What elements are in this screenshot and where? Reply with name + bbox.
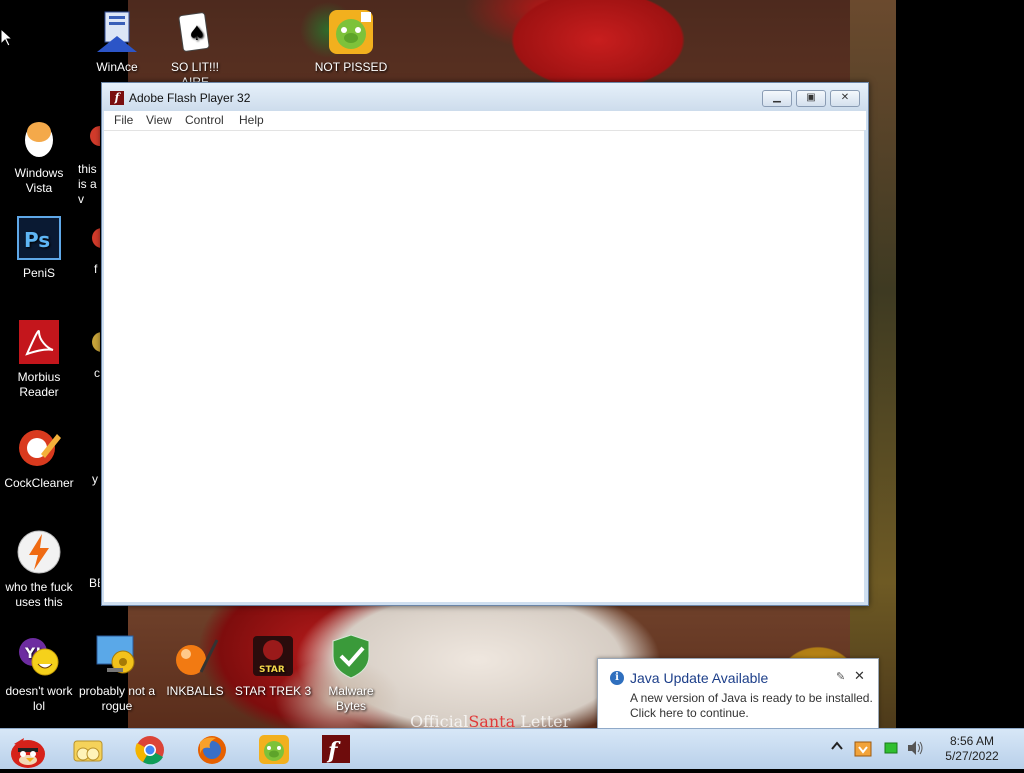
desktop-icon-malware-bytes[interactable]: Malware Bytes bbox=[312, 632, 390, 714]
flash-player-window[interactable]: f Adobe Flash Player 32 ▁ ▣ ✕ File View … bbox=[101, 82, 869, 606]
desktop-icon-solitaire[interactable]: ♠ SO LIT!!! AIRE bbox=[156, 8, 234, 90]
winace-icon bbox=[93, 8, 141, 56]
taskbar-clock[interactable]: 8:56 AM 5/27/2022 bbox=[936, 734, 1008, 764]
desktop-icon-penis[interactable]: Ps PeniS bbox=[0, 214, 78, 281]
partial-icon bbox=[78, 424, 100, 472]
volume-icon[interactable] bbox=[906, 740, 924, 759]
shield-check-icon bbox=[327, 632, 375, 680]
clock-date: 5/27/2022 bbox=[945, 749, 999, 763]
flash-icon: f bbox=[110, 91, 124, 105]
pin-icon[interactable]: ✎ bbox=[836, 670, 845, 683]
chrome-icon bbox=[135, 736, 164, 765]
angry-bird-start-icon bbox=[11, 738, 45, 768]
close-button[interactable]: ✕ bbox=[830, 90, 860, 107]
ccleaner-icon bbox=[15, 424, 63, 472]
maximize-button[interactable]: ▣ bbox=[796, 90, 826, 107]
partial-icon bbox=[78, 528, 100, 576]
control-panel-icon bbox=[93, 632, 141, 680]
desktop-icon-not-pissed-bird-game[interactable]: NOT PISSED BIRD GAME bbox=[312, 8, 390, 75]
solitaire-icon: ♠ bbox=[171, 8, 219, 56]
start-button[interactable] bbox=[4, 732, 50, 768]
desktop-icon-partial-3[interactable]: c bbox=[78, 318, 100, 381]
taskbar-chrome[interactable] bbox=[128, 732, 172, 766]
java-update-notification[interactable]: i Java Update Available A new version of… bbox=[597, 658, 879, 738]
taskbar-angry-pig[interactable] bbox=[252, 732, 296, 766]
firefox-icon bbox=[198, 736, 226, 764]
svg-text:♠: ♠ bbox=[188, 21, 206, 45]
desktop-icon-partial-4[interactable]: y bbox=[78, 424, 100, 487]
menu-file[interactable]: File bbox=[114, 113, 133, 127]
angry-pig-icon bbox=[259, 735, 289, 764]
notification-title: Java Update Available bbox=[630, 670, 769, 686]
desktop-icon-who-uses-this[interactable]: who the fuck uses this bbox=[0, 528, 78, 610]
explorer-icon bbox=[73, 740, 103, 762]
flash-icon: f bbox=[322, 735, 350, 764]
wallpaper-watermark: OfficialSanta Letter bbox=[410, 712, 571, 728]
desktop-icon-winace[interactable]: WinAce Archiver bbox=[78, 8, 156, 75]
desktop-icon-star-trek-3[interactable]: STAR STAR TREK 3 bbox=[234, 632, 312, 699]
yahoo-messenger-icon: Y! bbox=[15, 632, 63, 680]
desktop-icon-partial-1[interactable]: this is a v bbox=[78, 114, 100, 207]
window-title: Adobe Flash Player 32 bbox=[129, 91, 251, 105]
info-icon: i bbox=[610, 671, 624, 685]
desktop-icon-morbius-reader[interactable]: Morbius Reader bbox=[0, 318, 78, 400]
notification-line-2[interactable]: Click here to continue. bbox=[630, 706, 749, 720]
inkball-icon bbox=[171, 632, 219, 680]
acrobat-icon bbox=[15, 318, 63, 366]
desktop-icon-partial-2[interactable]: f bbox=[78, 214, 100, 277]
partial-icon bbox=[78, 318, 100, 366]
taskbar-explorer[interactable] bbox=[66, 732, 110, 766]
photoshop-icon: Ps bbox=[15, 214, 63, 262]
taskbar-firefox[interactable] bbox=[190, 732, 234, 766]
svg-text:STAR: STAR bbox=[259, 665, 285, 675]
desktop-icon-inkballs[interactable]: INKBALLS bbox=[156, 632, 234, 699]
network-icon[interactable] bbox=[884, 741, 898, 758]
star-wars-icon: STAR bbox=[249, 632, 297, 680]
notification-line-1: A new version of Java is ready to be ins… bbox=[630, 691, 873, 705]
menu-help[interactable]: Help bbox=[239, 113, 264, 127]
clock-time: 8:56 AM bbox=[949, 734, 995, 748]
menu-control[interactable]: Control bbox=[185, 113, 224, 127]
egg-icon bbox=[15, 114, 63, 162]
partial-icon bbox=[78, 214, 100, 262]
show-hidden-icons-icon[interactable] bbox=[830, 739, 844, 756]
desktop-icon-partial-5[interactable]: BE bbox=[78, 528, 100, 591]
mouse-cursor-icon bbox=[0, 28, 14, 47]
angry-pig-icon bbox=[327, 8, 375, 56]
desktop-icon-probably-not-a-rogue[interactable]: probably not a rogue bbox=[78, 632, 156, 714]
desktop-icon-cockcleaner[interactable]: CockCleaner bbox=[0, 424, 78, 491]
flash-content-area[interactable] bbox=[104, 130, 864, 602]
minimize-button[interactable]: ▁ bbox=[762, 90, 792, 107]
window-titlebar[interactable]: f Adobe Flash Player 32 ▁ ▣ ✕ bbox=[102, 83, 868, 111]
taskbar-flash[interactable]: f bbox=[314, 732, 358, 766]
taskbar: f 8:56 AM 5/27/2022 bbox=[0, 728, 1024, 769]
menu-view[interactable]: View bbox=[146, 113, 172, 127]
java-update-icon[interactable] bbox=[854, 739, 872, 760]
close-icon: ✕ bbox=[840, 92, 850, 103]
menu-bar: File View Control Help bbox=[104, 111, 866, 130]
minimize-icon: ▁ bbox=[773, 92, 781, 103]
desktop-icon-doesnt-work[interactable]: Y! doesn't work lol bbox=[0, 632, 78, 714]
partial-icon bbox=[78, 114, 100, 162]
svg-text:Ps: Ps bbox=[24, 228, 50, 252]
winamp-icon bbox=[15, 528, 63, 576]
desktop-icon-windows-vista[interactable]: Windows Vista bbox=[0, 114, 78, 196]
notification-close-icon[interactable]: ✕ bbox=[854, 668, 865, 684]
maximize-icon: ▣ bbox=[806, 92, 816, 103]
